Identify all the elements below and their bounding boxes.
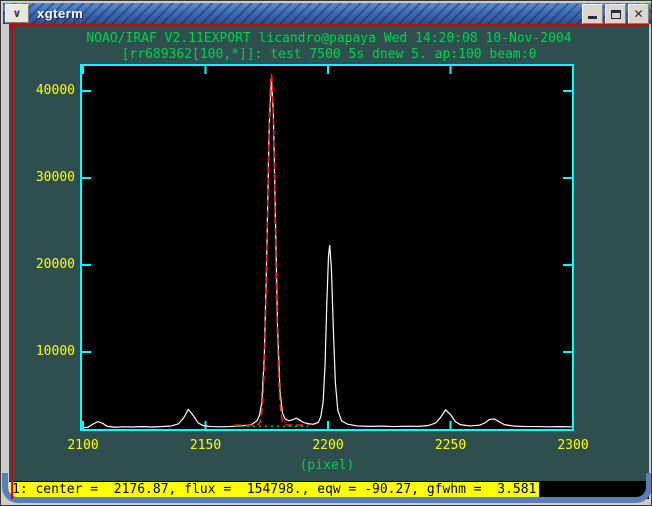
xgterm-window: ∨ xgterm ✕ NOAO/IRAF V2.11EXPORT licandr… [0,0,652,506]
status-line-strip: 1: center = 2176.87, flux = 154798., eqw… [9,481,649,499]
close-button[interactable]: ✕ [628,4,649,24]
plot-area[interactable] [80,64,574,431]
y-tick-label: 10000 [35,344,75,359]
iraf-header-line: NOAO/IRAF V2.11EXPORT licandro@papaya We… [86,31,572,46]
spectrum-plot [82,66,572,429]
maximize-button[interactable] [605,4,626,24]
window-menu-button[interactable]: ∨ [5,4,29,23]
x-tick-label: 2150 [189,438,222,453]
graphics-cursor-horizontal-line [9,24,649,26]
titlebar-buttons: ✕ [582,4,649,24]
x-tick-label: 2250 [434,438,467,453]
maximize-icon [610,9,621,19]
spectrum-title-line: [rr689362[100,*]]: test 7500 5s dnew 5. … [121,47,537,62]
x-axis-title: (pixel) [299,458,355,473]
minimize-button[interactable] [582,4,603,24]
gaussian-fit-curve [234,73,309,426]
graphics-cursor-vertical-line [11,24,13,499]
chevron-down-icon: ∨ [12,7,22,20]
window-title: xgterm [37,6,84,21]
close-icon: ✕ [633,7,644,21]
fit-result-status-text: 1: center = 2176.87, flux = 154798., eqw… [9,482,540,498]
y-tick-label: 20000 [35,257,75,272]
title-bar[interactable]: ∨ xgterm ✕ [3,3,651,24]
y-tick-label: 40000 [35,83,75,98]
x-tick-label: 2200 [312,438,344,453]
x-tick-label: 2100 [67,438,99,453]
x-tick-label: 2300 [557,438,589,453]
y-tick-label: 30000 [35,170,75,185]
spectrum-curve [82,77,572,429]
minimize-icon [588,16,597,19]
